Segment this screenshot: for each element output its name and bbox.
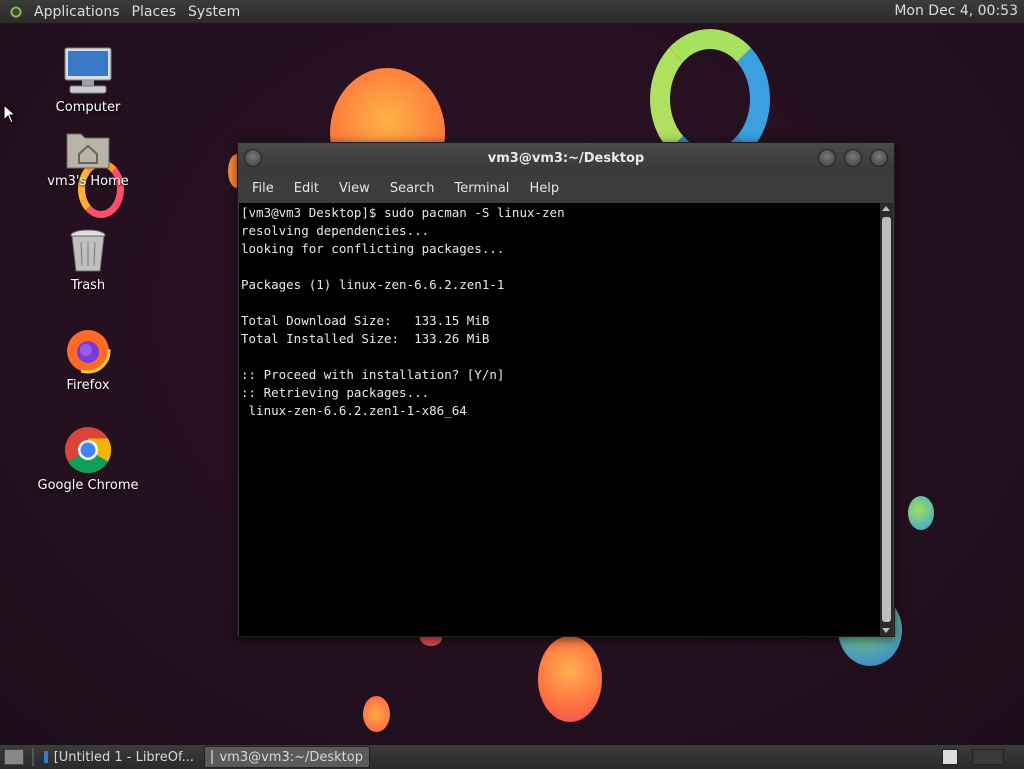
desktop-icon-firefox[interactable]: Firefox	[33, 326, 143, 393]
workspace-switcher[interactable]	[942, 749, 958, 765]
chrome-icon	[64, 426, 112, 474]
menu-search[interactable]: Search	[380, 181, 445, 196]
terminal-titlebar[interactable]: vm3@vm3:~/Desktop	[238, 143, 894, 173]
top-panel: Applications Places System Mon Dec 4, 00…	[0, 0, 1024, 24]
menu-applications[interactable]: Applications	[28, 4, 126, 20]
home-folder-icon	[65, 128, 111, 170]
menu-terminal[interactable]: Terminal	[444, 181, 519, 196]
wallpaper-blue-blob	[908, 496, 934, 530]
terminal-line: Packages (1) linux-zen-6.6.2.zen1-1	[241, 277, 505, 292]
desktop-icon-label: Google Chrome	[37, 478, 139, 493]
terminal-window[interactable]: vm3@vm3:~/Desktop File Edit View Search …	[237, 142, 895, 637]
menu-help[interactable]: Help	[519, 181, 569, 196]
taskbar-item-label: [Untitled 1 - LibreOf...	[53, 749, 194, 765]
terminal-line: linux-zen-6.6.2.zen1-1-x86_64	[241, 403, 467, 418]
taskbar-item-libreoffice[interactable]: [Untitled 1 - LibreOf...	[38, 747, 200, 767]
terminal-menubar: File Edit View Search Terminal Help	[238, 173, 894, 203]
bottom-panel: [Untitled 1 - LibreOf... vm3@vm3:~/Deskt…	[0, 744, 1024, 769]
window-menu-button[interactable]	[244, 149, 262, 167]
computer-icon	[62, 46, 114, 96]
terminal-scrollbar[interactable]	[880, 203, 893, 636]
wallpaper-orange-bottom	[538, 636, 602, 722]
desktop-icon-home[interactable]: vm3's Home	[33, 128, 143, 189]
menu-view[interactable]: View	[329, 181, 380, 196]
workspace-switcher-inactive[interactable]	[972, 749, 1004, 765]
taskbar-item-label: vm3@vm3:~/Desktop	[219, 749, 363, 765]
clock[interactable]: Mon Dec 4, 00:53	[894, 3, 1018, 19]
scroll-down-arrow-icon[interactable]	[882, 628, 890, 633]
minimize-button[interactable]	[818, 149, 836, 167]
maximize-button[interactable]	[844, 149, 862, 167]
terminal-line: resolving dependencies...	[241, 223, 430, 238]
scrollbar-thumb[interactable]	[882, 217, 891, 622]
desktop-icon-label: vm3's Home	[47, 174, 129, 189]
show-desktop-icon[interactable]	[4, 749, 24, 765]
terminal-line: looking for conflicting packages...	[241, 241, 505, 256]
close-button[interactable]	[870, 149, 888, 167]
terminal-line: Total Download Size: 133.15 MiB	[241, 313, 490, 328]
taskbar-item-terminal[interactable]: vm3@vm3:~/Desktop	[204, 746, 370, 768]
desktop-icon-label: Computer	[55, 100, 121, 115]
scroll-up-arrow-icon[interactable]	[882, 206, 890, 211]
mouse-cursor-icon	[3, 104, 15, 124]
terminal-output[interactable]: [vm3@vm3 Desktop]$ sudo pacman -S linux-…	[239, 203, 880, 636]
wallpaper-orange-tiny	[363, 696, 390, 732]
panel-separator	[32, 748, 34, 766]
menu-places[interactable]: Places	[126, 4, 183, 20]
menu-system[interactable]: System	[182, 4, 246, 20]
terminal-line: Total Installed Size: 133.26 MiB	[241, 331, 490, 346]
terminal-line: :: Proceed with installation? [Y/n]	[241, 367, 505, 382]
mate-logo-icon[interactable]	[8, 3, 24, 20]
libreoffice-writer-icon	[44, 751, 48, 763]
desktop-icon-trash[interactable]: Trash	[33, 228, 143, 293]
desktop-icon-chrome[interactable]: Google Chrome	[33, 426, 143, 493]
terminal-icon	[211, 750, 214, 764]
terminal-line: :: Retrieving packages...	[241, 385, 430, 400]
desktop-icon-label: Firefox	[66, 378, 110, 393]
desktop-icon-label: Trash	[70, 278, 106, 293]
firefox-icon	[64, 326, 112, 374]
menu-edit[interactable]: Edit	[284, 181, 329, 196]
window-title: vm3@vm3:~/Desktop	[487, 150, 645, 166]
terminal-line: [vm3@vm3 Desktop]$ sudo pacman -S linux-…	[241, 205, 565, 220]
desktop-icon-computer[interactable]: Computer	[33, 46, 143, 115]
menu-file[interactable]: File	[242, 181, 284, 196]
trash-icon	[68, 228, 108, 274]
